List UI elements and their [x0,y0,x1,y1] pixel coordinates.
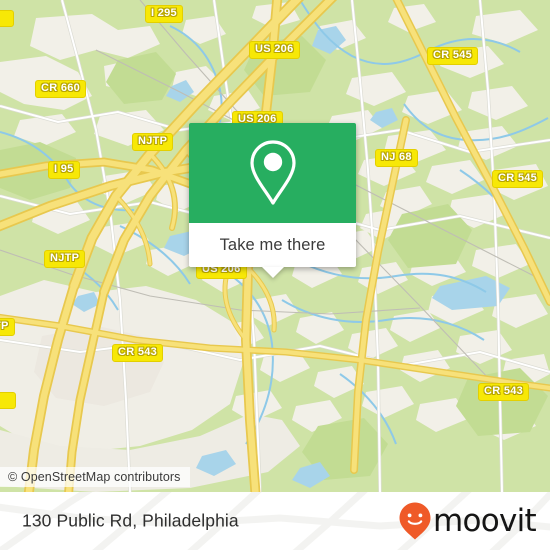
map-screenshot: I 295 US 206 CR 545 CR 660 US 206 NJTP NJ 68 I … [0,0,550,550]
label-cr545-a: CR 545 [427,47,479,65]
label-njtp-a: NJTP [132,133,174,151]
card-action-panel[interactable]: Take me there [189,223,356,278]
moovit-smiley-pin-icon [399,502,431,540]
label-i295: I 295 [145,5,183,23]
label-nj68: NJ 68 [375,149,418,167]
moovit-logo[interactable]: moovit [398,501,537,541]
label-i95: I 95 [48,161,80,179]
label-cr543-b: CR 543 [478,383,530,401]
label-cr660: CR 660 [35,80,87,98]
label-edge-l [0,392,16,409]
map-canvas[interactable]: I 295 US 206 CR 545 CR 660 US 206 NJTP NJ 68 I … [0,0,550,492]
label-cr545-b: CR 545 [492,170,544,188]
take-me-there-label: Take me there [219,235,326,254]
card-pointer-tail [261,267,284,278]
destination-callout-card[interactable]: Take me there [189,123,356,278]
map-pin-icon [249,140,296,205]
label-njtp-c: TP [0,318,15,336]
osm-attribution[interactable]: © OpenStreetMap contributors [0,467,190,487]
moovit-wordmark: moovit [432,502,537,539]
footer-bar: 130 Public Rd, Philadelphia moovit [0,492,550,550]
label-njtp-b: NJTP [44,250,86,268]
label-cr543-a: CR 543 [112,344,164,362]
address-label: 130 Public Rd, Philadelphia [22,510,239,531]
label-edge-tl [0,10,14,27]
card-pin-panel [189,123,356,223]
label-us206-a: US 206 [249,41,300,59]
